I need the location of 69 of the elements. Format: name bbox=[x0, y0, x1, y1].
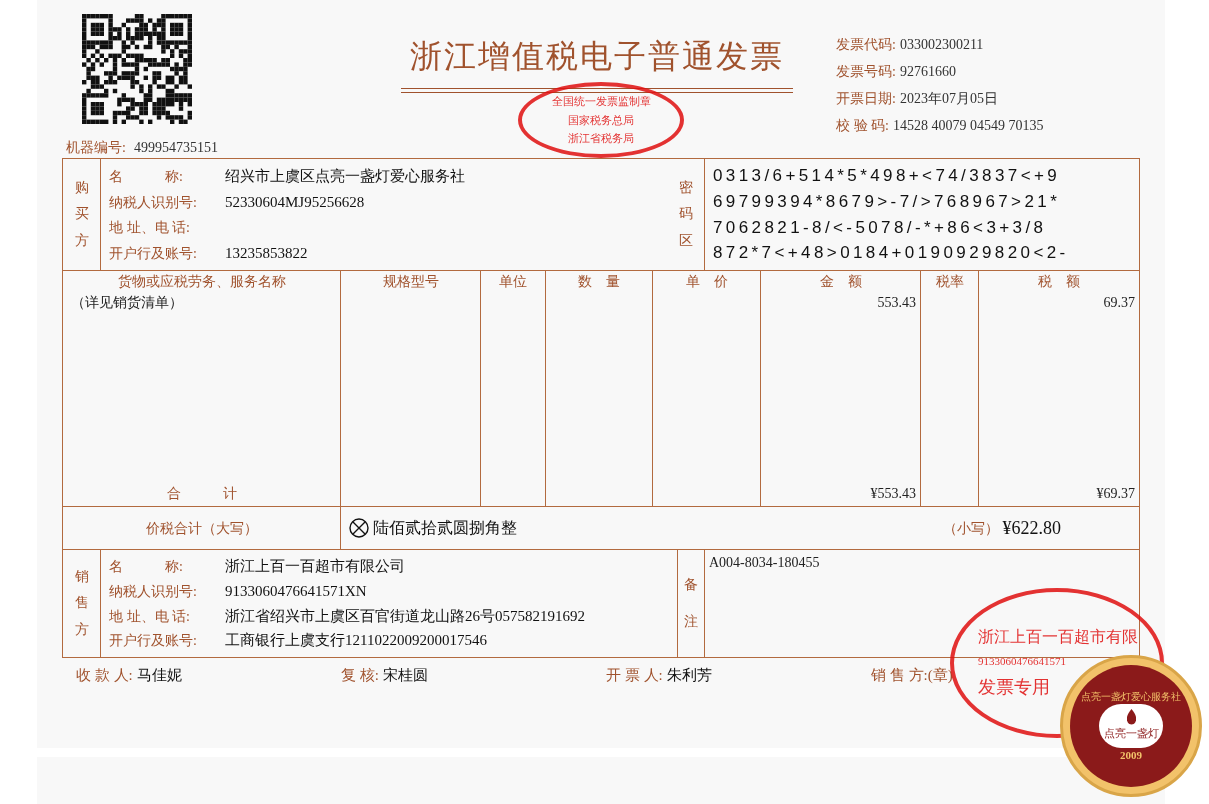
signature-label: 销 售 方:(章) bbox=[871, 666, 953, 685]
column-header: 金 额 bbox=[818, 273, 863, 291]
amount-in-words: 陆佰贰拾贰圆捌角整 bbox=[373, 518, 517, 538]
small-amount-label: （小写） bbox=[942, 519, 999, 538]
column-header: 货物或应税劳务、服务名称 bbox=[116, 273, 287, 291]
column-header: 税 额 bbox=[1037, 273, 1081, 291]
signature-name: 宋桂圆 bbox=[382, 666, 428, 685]
machine-number: 499954735151 bbox=[133, 139, 218, 157]
meta-value: 14528 40079 04549 70135 bbox=[892, 117, 1044, 135]
signature-name: 马佳妮 bbox=[136, 666, 182, 685]
signature-name: 朱利芳 bbox=[666, 666, 712, 685]
field-label: 地 址、电 话: bbox=[109, 607, 191, 626]
total-amount: ¥553.43 bbox=[870, 485, 917, 503]
meta-label: 校 验 码: bbox=[836, 117, 889, 135]
stamp-text: 发票专用 bbox=[978, 675, 1050, 699]
side-label: 销售方 bbox=[63, 550, 101, 657]
stamp-text: 全国统一发票监制章 bbox=[551, 94, 651, 110]
remarks-label: 备注 bbox=[684, 576, 698, 631]
meta-value: 2023年07月05日 bbox=[899, 90, 998, 108]
stamp-text: 国家税务总局 bbox=[568, 112, 634, 128]
field-label: 名 称: bbox=[109, 558, 184, 577]
field-label: 名 称: bbox=[109, 167, 184, 186]
small-amount: ¥622.80 bbox=[1002, 516, 1062, 540]
machine-number-label: 机器编号: bbox=[66, 139, 126, 157]
column-header: 数 量 bbox=[577, 273, 621, 291]
field-value: 52330604MJ95256628 bbox=[225, 192, 365, 212]
signature-label: 开 票 人: bbox=[606, 666, 663, 685]
remarks-text: A004-8034-180455 bbox=[709, 555, 820, 570]
total-label: 合 计 bbox=[166, 485, 237, 503]
field-value: 浙江上百一百超市有限公司 bbox=[225, 557, 405, 577]
cipher-line: 872*7<+48>0184+0190929820<2- bbox=[713, 242, 1070, 265]
table-cell-text: （详见销货清单） bbox=[70, 294, 184, 312]
signature-label: 复 核: bbox=[341, 666, 379, 685]
grand-total-label: 价税合计（大写） bbox=[145, 519, 258, 538]
cipher-line: 69799394*8679>-7/>768967>21* bbox=[713, 190, 1062, 213]
meta-value: 033002300211 bbox=[899, 36, 984, 54]
field-value: 9133060476641571XN bbox=[225, 581, 367, 601]
side-label: 购买方 bbox=[63, 159, 101, 270]
total-tax: ¥69.37 bbox=[1096, 485, 1136, 503]
column-header: 单位 bbox=[498, 273, 528, 291]
field-label: 纳税人识别号: bbox=[109, 193, 198, 212]
field-label: 地 址、电 话: bbox=[109, 219, 191, 238]
meta-label: 发票代码: bbox=[836, 36, 896, 54]
signature-label: 收 款 人: bbox=[76, 666, 133, 685]
field-value: 浙江省绍兴市上虞区百官街道龙山路26号057582191692 bbox=[225, 606, 585, 626]
meta-value: 92761660 bbox=[899, 63, 956, 81]
field-value: 13235853822 bbox=[225, 243, 308, 263]
stamp-text: 浙江省税务局 bbox=[568, 131, 634, 147]
field-label: 开户行及账号: bbox=[109, 244, 198, 263]
invoice-title: 浙江增值税电子普通发票 bbox=[410, 37, 784, 76]
seal-name: 点亮一盏灯 bbox=[1103, 726, 1159, 742]
field-value: 绍兴市上虞区点亮一盏灯爱心服务社 bbox=[225, 166, 465, 186]
column-header: 单 价 bbox=[684, 273, 729, 291]
field-value: 工商银行上虞支行1211022009200017546 bbox=[225, 631, 487, 651]
seal-ring-text: 点亮一盏灯爱心服务社 bbox=[1081, 691, 1181, 702]
table-cell-text: 553.43 bbox=[876, 294, 917, 312]
cipher-line: 7062821-8/<-5078/-*+86<3+3/8 bbox=[713, 216, 1048, 239]
meta-label: 发票号码: bbox=[836, 63, 896, 81]
field-label: 纳税人识别号: bbox=[109, 582, 198, 601]
column-header: 税率 bbox=[934, 273, 965, 291]
meta-label: 开票日期: bbox=[836, 90, 896, 108]
side-label: 密码区 bbox=[667, 159, 705, 270]
column-header: 规格型号 bbox=[381, 273, 440, 291]
stamp-text: 9133060476641571 bbox=[978, 654, 1066, 670]
stamp-text: 浙江上百一百超市有限 bbox=[978, 627, 1138, 648]
seal-year: 2009 bbox=[1120, 749, 1142, 761]
field-label: 开户行及账号: bbox=[109, 632, 198, 651]
cipher-line: 0313/6+514*5*498+<74/3837<+9 bbox=[713, 165, 1062, 188]
table-cell-text: 69.37 bbox=[1102, 294, 1136, 312]
